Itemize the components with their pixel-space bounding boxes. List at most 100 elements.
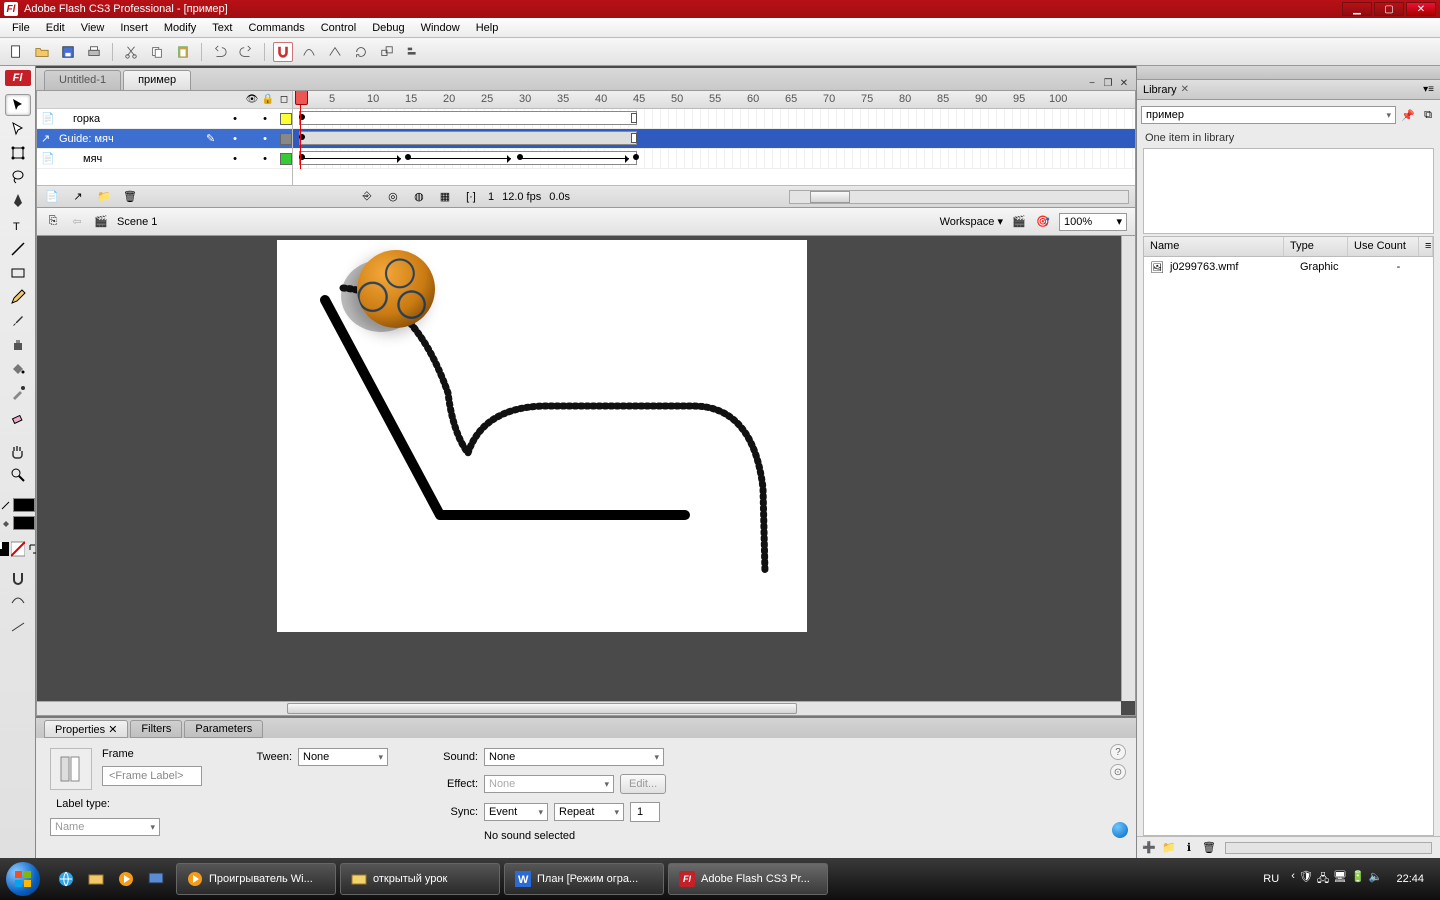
paste-icon[interactable] (173, 42, 193, 62)
onion-skin-icon[interactable]: ◎ (384, 189, 402, 205)
tray-volume-icon[interactable]: 🔈 (1369, 870, 1383, 889)
stage-hscroll[interactable] (37, 701, 1121, 715)
track-ball[interactable] (293, 149, 1135, 169)
col-type[interactable]: Type (1284, 237, 1348, 256)
menu-file[interactable]: File (4, 20, 38, 36)
pin-library-icon[interactable]: 📌 (1400, 107, 1416, 123)
doc-close-icon[interactable]: ✕ (1116, 76, 1132, 90)
eyedropper-tool[interactable] (5, 382, 31, 404)
new-library-panel-icon[interactable]: ⧉ (1420, 107, 1436, 123)
tray-shield-icon[interactable]: 🛡 (1299, 870, 1313, 889)
outline-column-icon[interactable]: ◻ (276, 94, 292, 105)
scene-clapper-icon[interactable]: 🎬 (93, 214, 109, 230)
track-gorka[interactable] (293, 109, 1135, 129)
scene-name[interactable]: Scene 1 (117, 216, 157, 228)
line-tool[interactable] (5, 238, 31, 260)
tray-battery-icon[interactable]: 🔋 (1351, 870, 1365, 889)
new-folder-icon[interactable]: 📁 (95, 189, 113, 205)
align-icon[interactable] (403, 42, 423, 62)
open-file-icon[interactable] (32, 42, 52, 62)
modify-onion-icon[interactable]: [·] (462, 189, 480, 205)
taskbar-item-folder[interactable]: открытый урок (340, 863, 500, 895)
quicklaunch-wmp-icon[interactable] (112, 864, 140, 894)
tab-filters[interactable]: Filters (130, 720, 182, 738)
layer-row-ball[interactable]: 📄 мяч •• (37, 149, 292, 169)
tray-network-icon[interactable]: 🖧 (1317, 870, 1329, 889)
info-icon[interactable]: ⊙ (1110, 764, 1126, 780)
taskbar-item-flash[interactable]: Fl Adobe Flash CS3 Pr... (668, 863, 828, 895)
snap-option-icon[interactable] (5, 568, 31, 590)
properties-lib-icon[interactable]: ℹ (1181, 840, 1197, 856)
center-frame-icon[interactable]: ⎆ (358, 189, 376, 205)
window-close-button[interactable]: ✕ (1406, 2, 1436, 16)
zoom-tool[interactable] (5, 464, 31, 486)
library-panel-header[interactable]: Library✕ ▾≡ (1137, 80, 1440, 100)
undo-icon[interactable] (210, 42, 230, 62)
start-button[interactable] (0, 858, 46, 900)
delete-lib-icon[interactable]: 🗑 (1201, 840, 1217, 856)
redo-icon[interactable] (236, 42, 256, 62)
library-item-row[interactable]: 🖼 j0299763.wmf Graphic - (1144, 257, 1433, 277)
selection-tool[interactable] (5, 94, 31, 116)
menu-window[interactable]: Window (413, 20, 468, 36)
sound-select[interactable]: None (484, 748, 664, 766)
menu-control[interactable]: Control (313, 20, 364, 36)
stage-vscroll[interactable] (1121, 236, 1135, 701)
menu-commands[interactable]: Commands (240, 20, 312, 36)
tab-properties[interactable]: Properties ✕ (44, 720, 128, 738)
quicklaunch-ie-icon[interactable] (52, 864, 80, 894)
straighten-icon[interactable] (325, 42, 345, 62)
tab-parameters[interactable]: Parameters (184, 720, 263, 738)
zoom-level-select[interactable]: 100%▾ (1059, 213, 1127, 231)
copy-icon[interactable] (147, 42, 167, 62)
menu-edit[interactable]: Edit (38, 20, 73, 36)
black-white-icon[interactable] (0, 542, 9, 556)
timeline-ruler[interactable]: 1 5 10 15 20 25 30 35 40 45 50 55 60 65 (293, 91, 1135, 109)
ball-symbol[interactable] (357, 250, 435, 328)
visibility-column-icon[interactable]: 👁 (244, 94, 260, 105)
onion-outline-icon[interactable]: ◍ (410, 189, 428, 205)
brush-tool[interactable] (5, 310, 31, 332)
language-indicator[interactable]: RU (1259, 871, 1283, 887)
quicklaunch-explorer-icon[interactable] (82, 864, 110, 894)
tween-select[interactable]: None (298, 748, 388, 766)
quicklaunch-desktop-icon[interactable] (142, 864, 170, 894)
playhead[interactable] (300, 91, 301, 169)
stroke-color-control[interactable] (1, 498, 35, 512)
accessibility-orb-icon[interactable] (1112, 822, 1128, 838)
col-usecount[interactable]: Use Count (1348, 237, 1419, 256)
new-layer-icon[interactable]: 📄 (43, 189, 61, 205)
delete-layer-icon[interactable]: 🗑 (121, 189, 139, 205)
workspace-menu[interactable]: Workspace ▾ (940, 215, 1003, 228)
rotate-icon[interactable] (351, 42, 371, 62)
taskbar-item-word[interactable]: W План [Режим огра... (504, 863, 664, 895)
text-tool[interactable]: T (5, 214, 31, 236)
new-guide-icon[interactable]: ↗ (69, 189, 87, 205)
col-sort-icon[interactable]: ≡ (1419, 237, 1433, 256)
smooth-option-icon[interactable] (5, 592, 31, 614)
ink-bottle-tool[interactable] (5, 334, 31, 356)
help-icon[interactable]: ? (1110, 744, 1126, 760)
menu-insert[interactable]: Insert (112, 20, 156, 36)
free-transform-tool[interactable] (5, 142, 31, 164)
new-folder-lib-icon[interactable]: 📁 (1161, 840, 1177, 856)
menu-view[interactable]: View (73, 20, 113, 36)
snap-magnet-icon[interactable] (273, 42, 293, 62)
no-color-icon[interactable] (11, 542, 25, 556)
edit-scene-icon[interactable]: ⎘ (45, 214, 61, 230)
lasso-tool[interactable] (5, 166, 31, 188)
hand-tool[interactable] (5, 440, 31, 462)
layer-row-guide[interactable]: ↗ Guide: мяч ✎ •• (37, 129, 292, 149)
subselection-tool[interactable] (5, 118, 31, 140)
tray-up-icon[interactable]: ‹ (1291, 870, 1295, 889)
edit-scene-dropdown-icon[interactable]: 🎬 (1011, 214, 1027, 230)
rectangle-tool[interactable] (5, 262, 31, 284)
stage-canvas[interactable] (277, 240, 807, 632)
smooth-icon[interactable] (299, 42, 319, 62)
new-file-icon[interactable] (6, 42, 26, 62)
lock-column-icon[interactable]: 🔒 (260, 94, 276, 105)
layer-row-gorka[interactable]: 📄 горка •• (37, 109, 292, 129)
menu-text[interactable]: Text (204, 20, 240, 36)
straighten-option-icon[interactable] (5, 616, 31, 638)
doc-tab-untitled[interactable]: Untitled-1 (44, 70, 121, 90)
